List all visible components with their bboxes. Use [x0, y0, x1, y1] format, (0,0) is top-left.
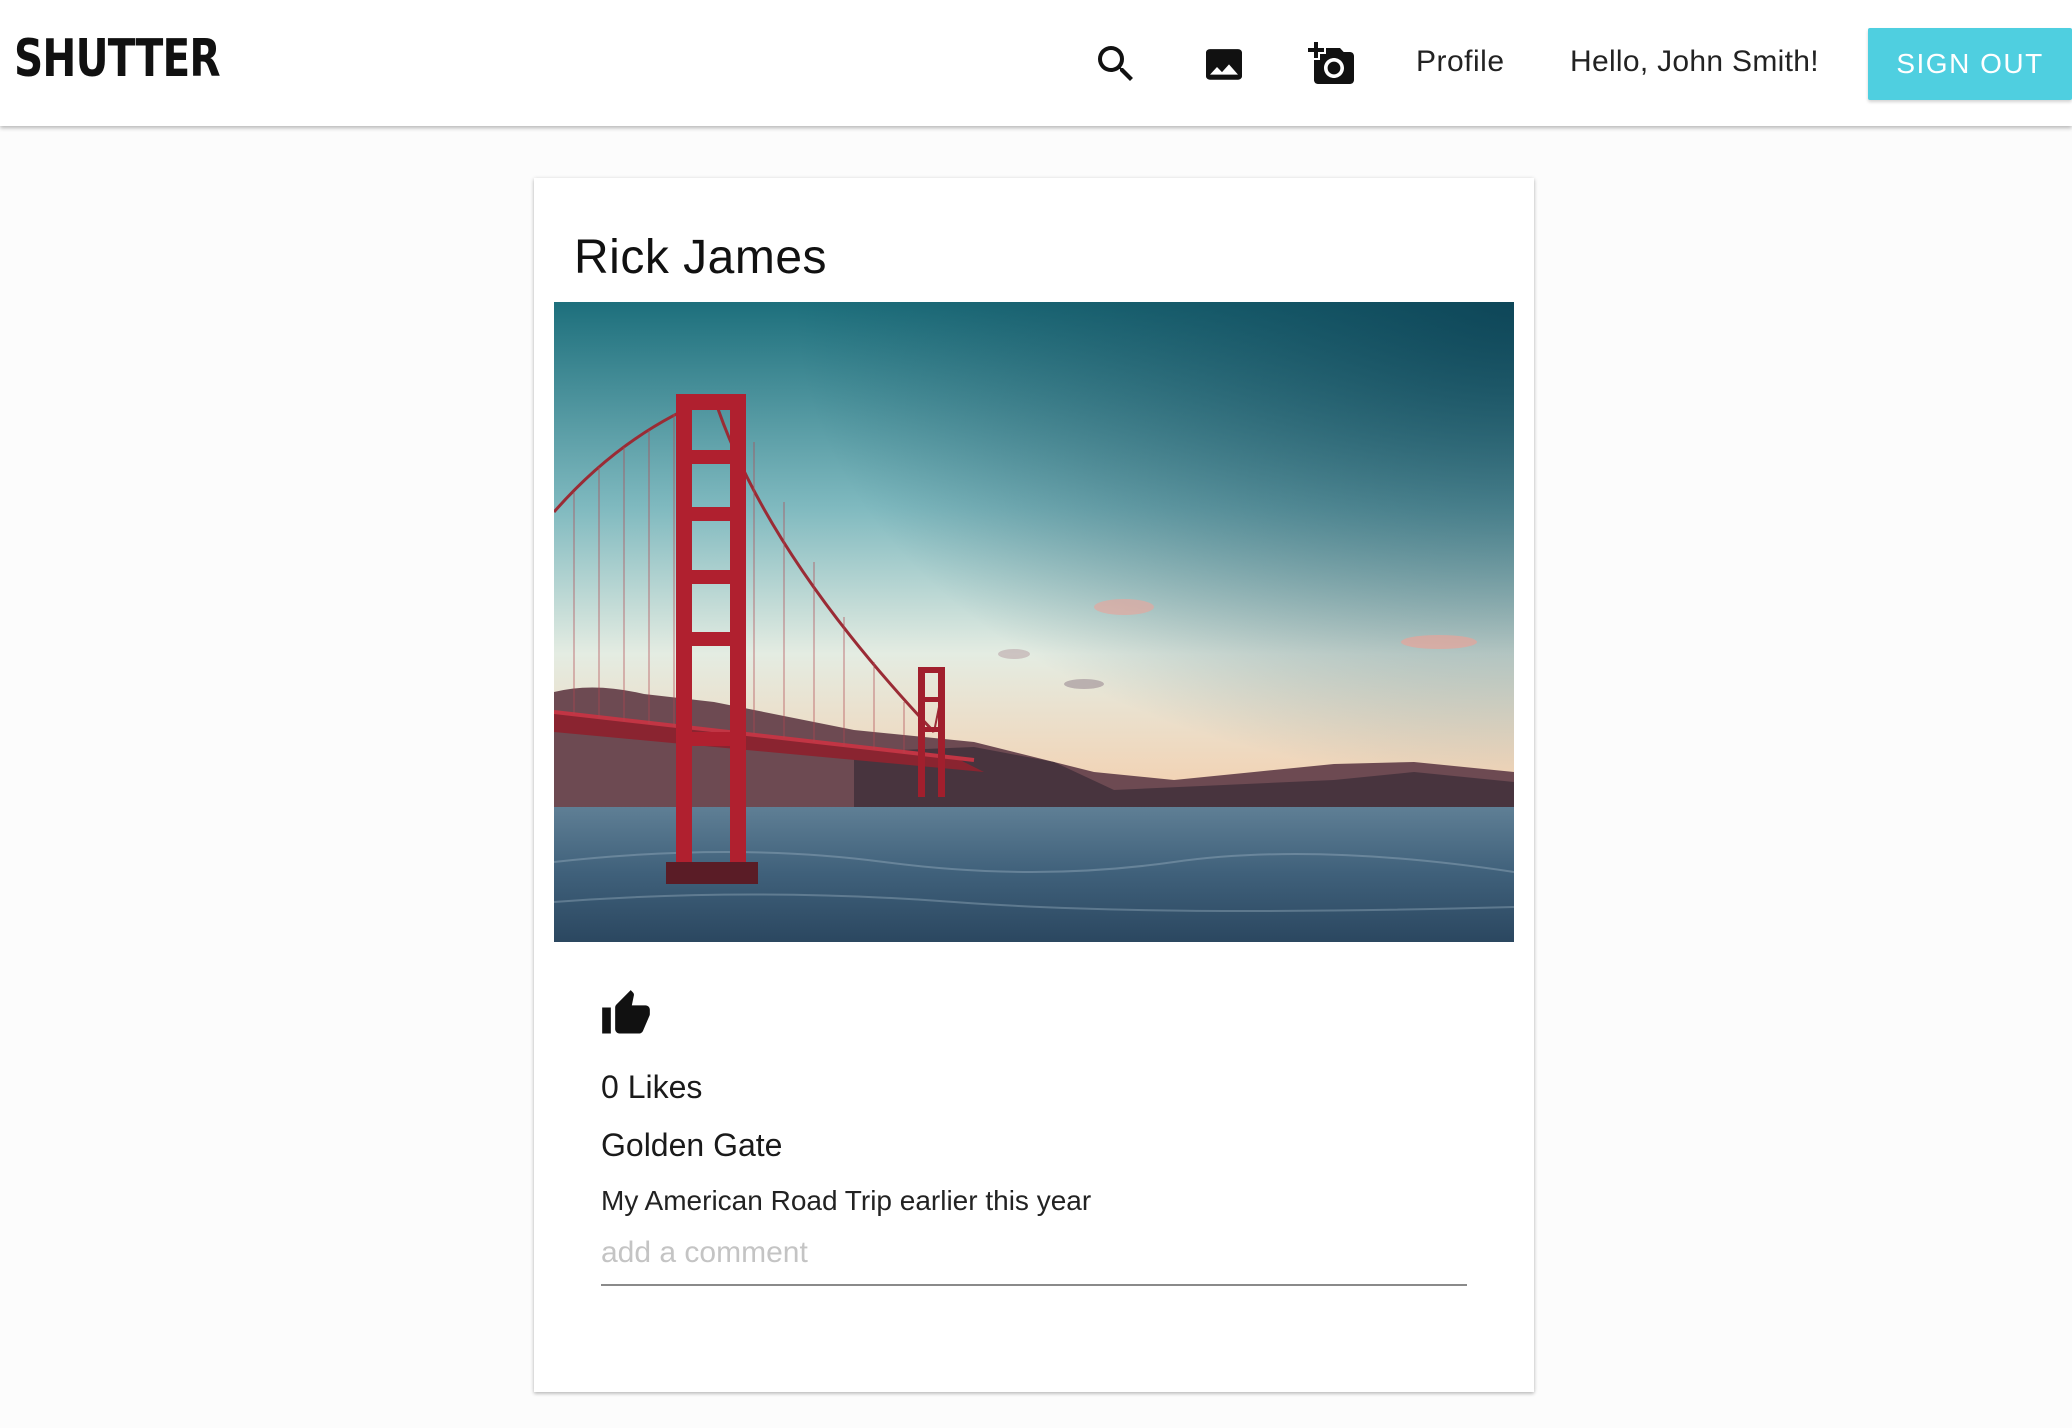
comment-input[interactable]	[601, 1222, 1467, 1286]
likes-count: 0 Likes	[601, 1069, 703, 1105]
search-icon[interactable]	[1086, 34, 1146, 94]
profile-link[interactable]: Profile	[1416, 40, 1505, 84]
user-greeting: Hello, John Smith!	[1570, 45, 1819, 78]
sign-out-button[interactable]: SIGN OUT	[1868, 28, 2072, 100]
top-navbar: SHUTTER Profile Hello, John Smith! SIGN …	[0, 0, 2072, 126]
add-photo-icon[interactable]	[1302, 34, 1362, 94]
post-card: Rick James 0 Likes Golden Gate My Americ…	[534, 178, 1534, 1392]
post-title: Golden Gate	[601, 1127, 783, 1163]
thumbs-up-icon[interactable]	[600, 988, 652, 1040]
post-caption: My American Road Trip earlier this year	[601, 1185, 1092, 1216]
brand-logo[interactable]: SHUTTER	[14, 26, 221, 92]
photo-gallery-icon[interactable]	[1194, 34, 1254, 94]
post-author: Rick James	[574, 231, 828, 284]
post-photo	[554, 302, 1514, 942]
